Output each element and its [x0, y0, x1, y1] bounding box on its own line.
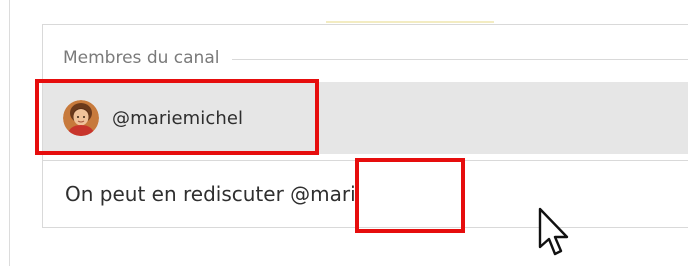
text-caret [356, 180, 359, 208]
section-header: Membres du canal [63, 40, 688, 76]
composer-text: On peut en rediscuter @mari [65, 161, 359, 227]
mention-query-text: @mari [290, 182, 356, 206]
top-accent-line [326, 21, 494, 23]
arrow-cursor-icon [538, 207, 569, 256]
mention-autocomplete-panel: Membres du canal @mariemichel [42, 24, 688, 162]
composer-text-before-mention: On peut en rediscuter [65, 182, 291, 206]
section-title: Membres du canal [63, 48, 220, 68]
suggestion-item-mariemichel[interactable]: @mariemichel [63, 82, 243, 154]
user-avatar-icon [63, 100, 99, 136]
left-divider [9, 0, 10, 266]
suggestion-row[interactable]: @mariemichel [43, 82, 688, 154]
section-divider [232, 58, 688, 60]
message-composer[interactable]: On peut en rediscuter @mari [42, 160, 688, 228]
suggestion-handle: @mariemichel [112, 107, 244, 129]
